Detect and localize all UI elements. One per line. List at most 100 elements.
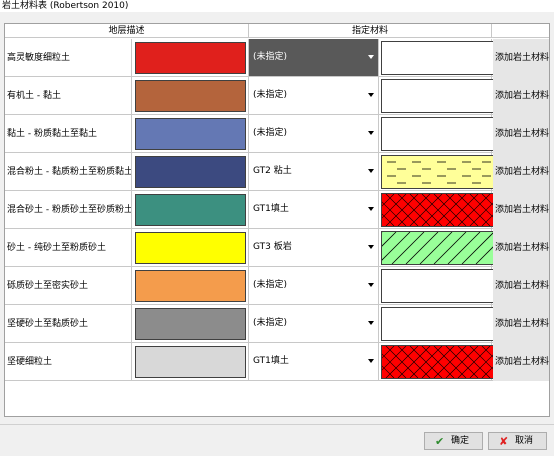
material-select-value: (未指定): [253, 318, 288, 328]
material-preview-cell: [379, 305, 494, 343]
add-material-button[interactable]: 添加岩土材料: [493, 305, 549, 343]
add-material-button[interactable]: 添加岩土材料: [493, 191, 549, 229]
material-select-value: (未指定): [253, 280, 288, 290]
chevron-down-icon[interactable]: [368, 131, 374, 135]
chevron-down-icon[interactable]: [368, 283, 374, 287]
material-preview-cell: [379, 267, 494, 305]
material-select-value: GT2 粘土: [253, 166, 292, 176]
layer-color-swatch[interactable]: [135, 194, 246, 226]
material-preview-cell: [379, 229, 494, 267]
material-select-cell: GT1填土: [249, 191, 379, 229]
material-pattern-preview: [381, 79, 494, 113]
layer-color-swatch[interactable]: [135, 42, 246, 74]
add-material-button[interactable]: 添加岩土材料: [493, 153, 549, 191]
add-material-button[interactable]: 添加岩土材料: [493, 77, 549, 115]
layer-color-swatch[interactable]: [135, 80, 246, 112]
layer-color-swatch[interactable]: [135, 232, 246, 264]
layer-color-swatch[interactable]: [135, 346, 246, 378]
material-select-cell: GT1填土: [249, 343, 379, 381]
material-preview-cell: [379, 153, 494, 191]
material-preview-cell: [379, 115, 494, 153]
dialog-window: 岩土材料表 (Robertson 2010) 地层描述 指定材料 高灵敏度细粒土…: [0, 0, 554, 456]
x-icon: ✘: [499, 435, 509, 448]
window-title: 岩土材料表 (Robertson 2010): [0, 0, 554, 12]
material-select-cell: (未指定): [249, 115, 379, 153]
table-row: 高灵敏度细粒土 (未指定) 添加岩土材料: [5, 39, 549, 77]
chevron-down-icon[interactable]: [368, 55, 374, 59]
layer-color-cell: [132, 305, 249, 343]
material-select[interactable]: GT2 粘土: [249, 153, 378, 190]
material-select[interactable]: (未指定): [249, 305, 378, 342]
material-preview-cell: [379, 39, 494, 77]
layer-color-swatch[interactable]: [135, 308, 246, 340]
material-select[interactable]: (未指定): [249, 39, 378, 76]
chevron-down-icon[interactable]: [368, 245, 374, 249]
table-row: 坚硬砂土至黏质砂土 (未指定) 添加岩土材料: [5, 305, 549, 343]
table-row: 有机土 - 黏土 (未指定) 添加岩土材料: [5, 77, 549, 115]
chevron-down-icon[interactable]: [368, 207, 374, 211]
material-pattern-preview: [381, 269, 494, 303]
chevron-down-icon[interactable]: [368, 169, 374, 173]
layer-description: 混合砂土 - 粉质砂土至砂质粉土: [5, 191, 132, 229]
table-row: 砂土 - 纯砂土至粉质砂土 GT3 板岩 添加岩土材料: [5, 229, 549, 267]
add-material-button[interactable]: 添加岩土材料: [493, 115, 549, 153]
add-material-button[interactable]: 添加岩土材料: [493, 229, 549, 267]
layer-description: 坚硬细粒土: [5, 343, 132, 381]
add-material-button[interactable]: 添加岩土材料: [493, 267, 549, 305]
material-select-cell: (未指定): [249, 305, 379, 343]
material-select-value: (未指定): [253, 52, 288, 62]
layer-color-cell: [132, 191, 249, 229]
checkmark-icon: ✔: [435, 435, 445, 448]
ok-button-label: 确定: [451, 436, 470, 446]
layer-description: 砂土 - 纯砂土至粉质砂土: [5, 229, 132, 267]
material-select-value: (未指定): [253, 128, 288, 138]
material-select-cell: (未指定): [249, 267, 379, 305]
layer-color-swatch[interactable]: [135, 118, 246, 150]
material-select[interactable]: GT1填土: [249, 343, 378, 380]
table-row: 黏土 - 粉质黏土至黏土 (未指定) 添加岩土材料: [5, 115, 549, 153]
table-row: 坚硬细粒土 GT1填土 添加岩土材料: [5, 343, 549, 381]
header-spacer: [492, 24, 549, 38]
material-pattern-preview: [381, 231, 494, 265]
material-preview-cell: [379, 191, 494, 229]
material-table: 地层描述 指定材料 高灵敏度细粒土 (未指定) 添加岩土材料 有机土 - 黏土 (未指定…: [4, 23, 550, 417]
layer-description: 混合粉土 - 黏质粉土至粉质黏土: [5, 153, 132, 191]
header-layer-description: 地层描述: [5, 24, 249, 38]
material-select[interactable]: (未指定): [249, 77, 378, 114]
material-pattern-preview: [381, 41, 494, 75]
layer-color-swatch[interactable]: [135, 156, 246, 188]
material-select[interactable]: GT3 板岩: [249, 229, 378, 266]
table-row: 混合砂土 - 粉质砂土至砂质粉土 GT1填土 添加岩土材料: [5, 191, 549, 229]
cancel-button[interactable]: ✘ 取消: [488, 432, 547, 450]
layer-color-swatch[interactable]: [135, 270, 246, 302]
material-select-cell: GT2 粘土: [249, 153, 379, 191]
layer-color-cell: [132, 343, 249, 381]
material-select-cell: GT3 板岩: [249, 229, 379, 267]
layer-color-cell: [132, 115, 249, 153]
table-row: 砾质砂土至密实砂土 (未指定) 添加岩土材料: [5, 267, 549, 305]
material-select[interactable]: GT1填土: [249, 191, 378, 228]
material-select[interactable]: (未指定): [249, 115, 378, 152]
material-select-value: GT3 板岩: [253, 242, 292, 252]
material-pattern-preview: [381, 345, 494, 379]
material-select-value: GT1填土: [253, 204, 289, 214]
material-pattern-preview: [381, 193, 494, 227]
table-row: 混合粉土 - 黏质粉土至粉质黏土 GT2 粘土 添加岩土材料: [5, 153, 549, 191]
material-select[interactable]: (未指定): [249, 267, 378, 304]
layer-description: 坚硬砂土至黏质砂土: [5, 305, 132, 343]
chevron-down-icon[interactable]: [368, 93, 374, 97]
layer-color-cell: [132, 153, 249, 191]
ok-button[interactable]: ✔ 确定: [424, 432, 483, 450]
material-select-value: GT1填土: [253, 356, 289, 366]
chevron-down-icon[interactable]: [368, 321, 374, 325]
layer-description: 有机土 - 黏土: [5, 77, 132, 115]
add-material-button[interactable]: 添加岩土材料: [493, 343, 549, 381]
material-preview-cell: [379, 343, 494, 381]
layer-color-cell: [132, 229, 249, 267]
cancel-button-label: 取消: [515, 436, 534, 446]
add-material-button[interactable]: 添加岩土材料: [493, 39, 549, 77]
layer-color-cell: [132, 39, 249, 77]
layer-description: 高灵敏度细粒土: [5, 39, 132, 77]
chevron-down-icon[interactable]: [368, 359, 374, 363]
material-select-value: (未指定): [253, 90, 288, 100]
